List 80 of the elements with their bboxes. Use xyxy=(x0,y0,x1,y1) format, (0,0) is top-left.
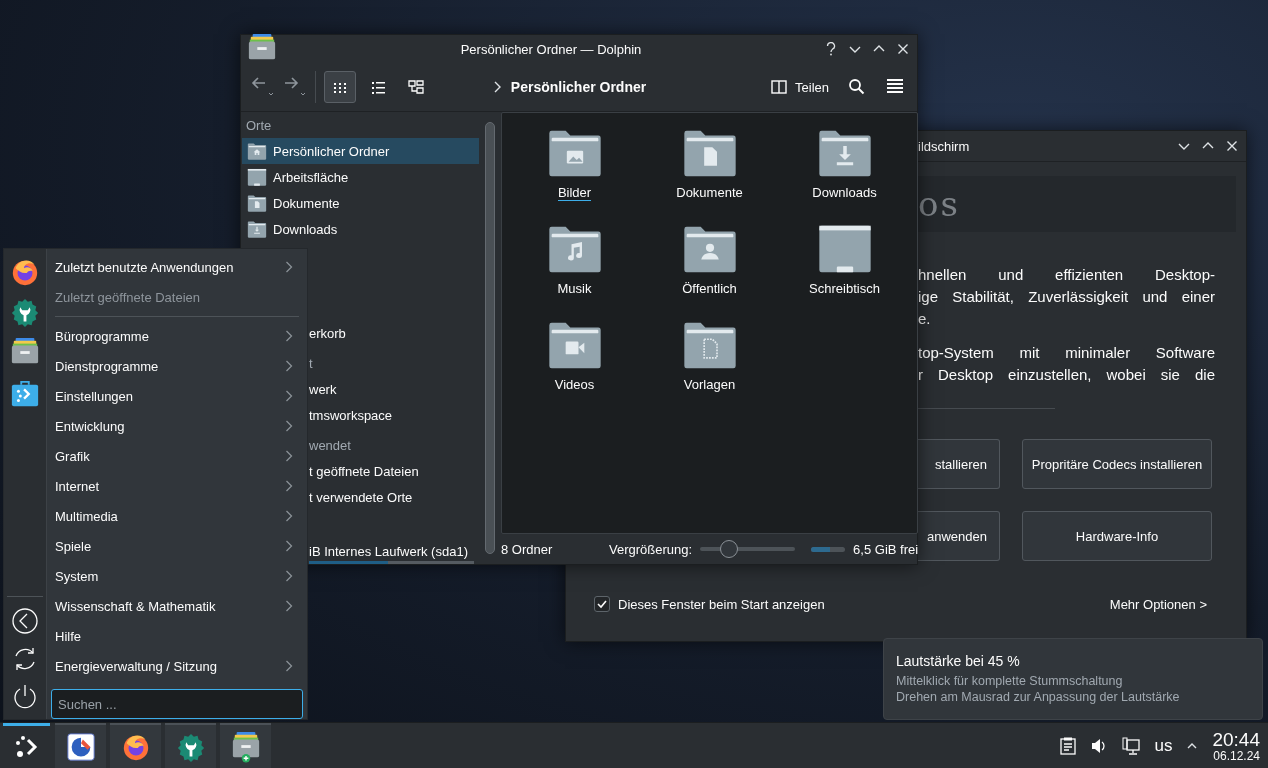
paragraph-line: top-System mit minimaler Software xyxy=(918,343,1215,363)
section-heading: t xyxy=(309,356,313,371)
launcher-icon xyxy=(13,734,40,760)
folder-icon xyxy=(247,141,267,161)
menu-item[interactable]: Energieverwaltung / Sitzung xyxy=(51,651,285,681)
checkbox-label[interactable]: Dieses Fenster beim Start anzeigen xyxy=(618,596,825,612)
menu-item[interactable]: Grafik xyxy=(51,441,285,471)
scrollbar[interactable] xyxy=(485,122,495,554)
menu-item[interactable]: Zuletzt benutzte Anwendungen xyxy=(51,252,285,282)
tooltip-text: Mittelklick für komplette Stummschaltung xyxy=(896,674,1124,688)
software-center-icon[interactable] xyxy=(10,379,40,409)
section-heading: wendet xyxy=(309,438,351,453)
action-button[interactable]: Propritäre Codecs installieren xyxy=(1022,439,1212,489)
folder-icon xyxy=(247,167,267,187)
back-icon[interactable] xyxy=(11,607,39,635)
checkbox[interactable] xyxy=(594,596,610,612)
free-space-bar xyxy=(811,546,846,552)
window-title: Persönlicher Ordner — Dolphin xyxy=(459,41,643,57)
window-title: ildschirm xyxy=(918,138,971,154)
sidebar-item[interactable]: Downloads xyxy=(242,216,480,242)
clock[interactable]: 20:44 06.12.24 xyxy=(1212,729,1260,762)
menu-item[interactable]: Spiele xyxy=(51,531,285,561)
list-view-icon xyxy=(370,79,386,95)
help-icon[interactable] xyxy=(825,42,837,56)
split-button[interactable]: Teilen xyxy=(765,71,835,103)
menu-item[interactable]: Wissenschaft & Mathematik xyxy=(51,591,285,621)
menu-item[interactable]: System xyxy=(51,561,285,591)
folder-icon xyxy=(247,193,267,213)
search-field[interactable]: Suchen ... xyxy=(51,689,303,719)
close-icon[interactable] xyxy=(897,43,909,55)
paragraph-line: e. xyxy=(918,309,932,329)
settings-icon[interactable] xyxy=(175,731,206,762)
slider-thumb[interactable] xyxy=(719,540,738,558)
close-icon[interactable] xyxy=(1226,140,1238,152)
tree-view-icon xyxy=(408,79,424,95)
folder-label[interactable]: Videos xyxy=(554,377,595,393)
menu-item[interactable]: Einstellungen xyxy=(51,381,285,411)
paragraph-line: ige Stabilität, Zuverlässigkeit und einer xyxy=(918,287,1215,307)
sidebar-item[interactable]: iB Internes Laufwerk (sda1) xyxy=(309,544,468,559)
clipboard-icon[interactable] xyxy=(1060,736,1077,755)
sidebar-item[interactable]: Dokumente xyxy=(242,190,480,216)
zoom-slider[interactable] xyxy=(700,540,796,558)
menu-item[interactable]: Entwicklung xyxy=(51,411,285,441)
menu-item[interactable]: Multimedia xyxy=(51,501,285,531)
item-count: 8 Ordner xyxy=(501,541,554,557)
zoom-label: Vergrößerung: xyxy=(609,541,693,557)
menu-item[interactable]: Dienstprogramme xyxy=(51,351,285,381)
menu-item[interactable]: Büroprogramme xyxy=(51,321,285,351)
menu-item[interactable]: Internet xyxy=(51,471,285,501)
network-icon[interactable] xyxy=(1122,736,1141,755)
file-drawer-icon[interactable] xyxy=(230,730,261,763)
breadcrumb[interactable]: Persönlicher Ordner xyxy=(510,79,647,95)
power-icon[interactable] xyxy=(11,683,39,711)
folder-label[interactable]: Dokumente xyxy=(676,185,743,201)
settings-icon[interactable] xyxy=(10,297,40,327)
folder-icon xyxy=(247,219,267,239)
action-button[interactable]: anwenden xyxy=(918,511,1000,561)
folder-label[interactable]: Musik xyxy=(557,281,592,297)
free-space-label: 6,5 GiB frei xyxy=(853,541,919,557)
section-heading: Orte xyxy=(246,117,272,133)
folder-label[interactable]: Bilder xyxy=(557,185,592,202)
folder-label[interactable]: Downloads xyxy=(812,185,877,201)
action-button[interactable]: stallieren xyxy=(918,439,1000,489)
icon-view-button[interactable] xyxy=(324,71,356,103)
tooltip-title: Lautstärke bei 45 % xyxy=(896,653,1021,669)
app-icon[interactable] xyxy=(65,731,96,762)
action-button[interactable]: Hardware-Info xyxy=(1022,511,1212,561)
logo-text: os xyxy=(918,184,960,224)
sidebar-item[interactable]: Persönlicher Ordner xyxy=(242,138,480,164)
folder-label[interactable]: Vorlagen xyxy=(683,377,736,393)
menu-item[interactable]: Hilfe xyxy=(51,621,293,651)
paragraph-line: r Desktop einzustellen, wobei sie die xyxy=(918,365,1215,385)
keyboard-layout[interactable]: us xyxy=(1154,735,1173,756)
more-options-link[interactable]: Mehr Optionen > xyxy=(1103,595,1213,613)
folder-label[interactable]: Öffentlich xyxy=(682,281,737,297)
folder-label[interactable]: Schreibtisch xyxy=(809,281,880,297)
paragraph-line: hnellen und effizienten Desktop- xyxy=(918,265,1215,285)
split-view-icon xyxy=(771,79,788,95)
tooltip-text: Drehen am Mausrad zur Anpassung der Lautstärke xyxy=(896,690,1181,704)
sidebar-item[interactable]: Arbeitsfläche xyxy=(242,164,480,190)
